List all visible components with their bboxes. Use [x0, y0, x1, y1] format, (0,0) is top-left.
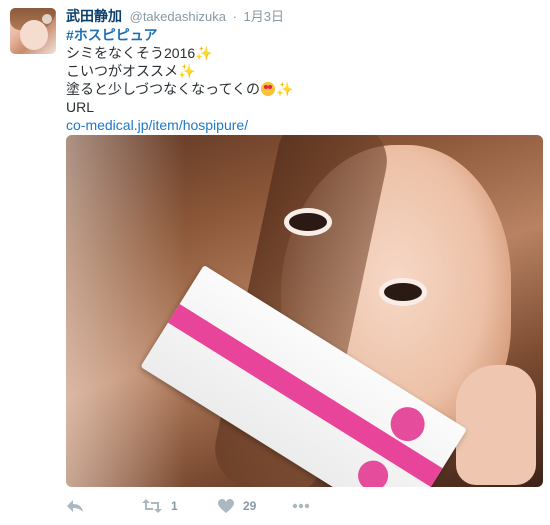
tweet-line-2: こいつがオススメ: [66, 63, 178, 79]
like-button[interactable]: 29: [218, 495, 256, 517]
heart-eyes-emoji: [261, 82, 276, 96]
retweet-count: 1: [171, 499, 178, 513]
tweet-actions: 1 29: [66, 495, 366, 517]
retweet-button[interactable]: 1: [142, 495, 178, 517]
tweet-line-1: シミをなくそう2016: [66, 45, 196, 61]
tweet-photo[interactable]: [66, 135, 543, 487]
product-link[interactable]: co-medical.jp/item/hospipure/: [66, 117, 248, 133]
photo-hand: [456, 365, 536, 485]
sparkle-emoji: ✨: [195, 45, 213, 61]
tweet-line-3: 塗ると少しづつなくなってくの: [66, 81, 261, 97]
tweet-text: #ホスピピュア シミをなくそう2016✨ こいつがオススメ✨ 塗ると少しづつなく…: [66, 26, 536, 134]
avatar-face: [20, 20, 48, 50]
meta-separator: ·: [232, 9, 237, 24]
photo-eye: [289, 213, 327, 231]
reply-icon: [66, 498, 84, 514]
sparkle-emoji: ✨: [178, 63, 196, 79]
photo-eye: [384, 283, 422, 301]
like-count: 29: [243, 499, 257, 513]
retweet-icon: [142, 498, 162, 514]
more-button[interactable]: [292, 495, 310, 517]
tweet-header: 武田静加 @takedashizuka · 1月3日: [66, 7, 284, 25]
avatar-highlight: [42, 14, 52, 24]
tweet-line-4: URL: [66, 99, 95, 115]
hashtag-link[interactable]: #ホスピピュア: [66, 27, 158, 43]
avatar[interactable]: [10, 8, 56, 54]
tweet-card: 武田静加 @takedashizuka · 1月3日 #ホスピピュア シミをなく…: [0, 0, 550, 525]
reply-button[interactable]: [66, 495, 84, 517]
tweet-timestamp[interactable]: 1月3日: [244, 9, 284, 24]
sparkle-emoji: ✨: [276, 81, 294, 97]
display-name[interactable]: 武田静加: [66, 8, 122, 24]
heart-icon: [218, 498, 234, 514]
user-handle[interactable]: @takedashizuka: [130, 9, 226, 24]
more-icon: [292, 503, 310, 509]
